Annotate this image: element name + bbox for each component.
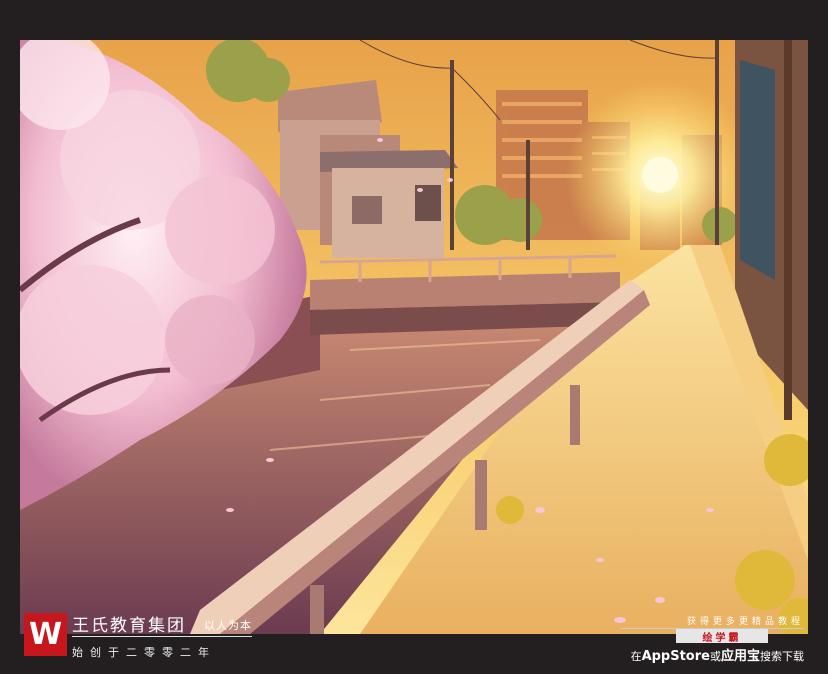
wangshi-logo-icon: W <box>24 613 67 656</box>
store-appstore: AppStore <box>641 649 710 664</box>
brand-name: 王氏教育集团 <box>72 616 186 636</box>
promo-search-text: 在AppStore或应用宝搜索下载 <box>631 645 804 664</box>
app-name-badge: 绘学霸 <box>676 629 768 644</box>
search-prefix: 在 <box>630 650 642 663</box>
brand-divider <box>72 636 252 637</box>
logo-letter: W <box>28 616 63 652</box>
store-yingyongbao: 应用宝 <box>720 649 760 664</box>
promo-tagline: 获得更多更精品教程 <box>686 617 804 627</box>
search-suffix: 搜索下载 <box>760 650 804 663</box>
brand-founded-text: 始创于二零零二年 <box>72 646 216 659</box>
search-connector: 或 <box>709 650 721 663</box>
artwork-image <box>20 40 808 634</box>
brand-slogan: 以人为本 <box>204 619 252 632</box>
